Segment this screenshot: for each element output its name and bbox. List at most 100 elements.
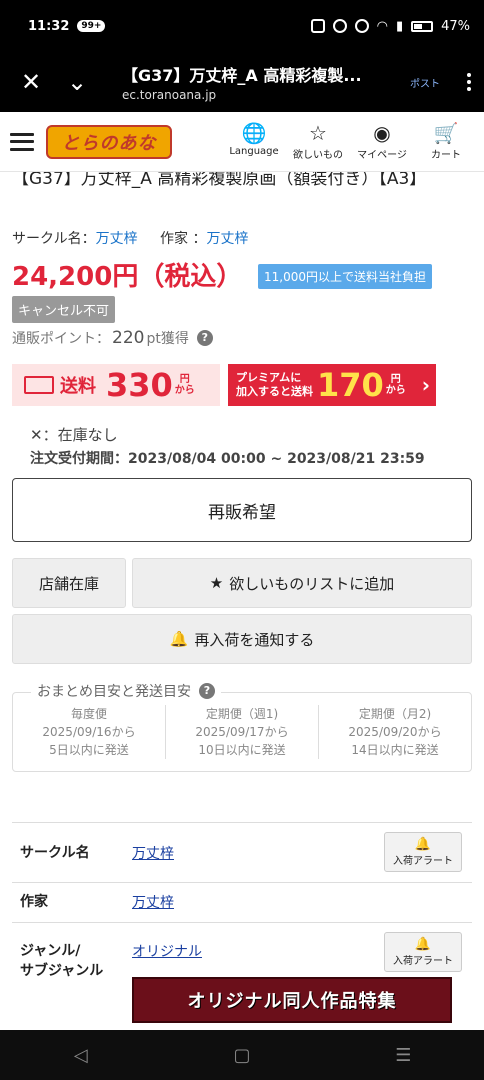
status-icons: ◠ ▮ 47% [310,18,470,34]
delivery-col-each: 毎度便 2025/09/16から 5日以内に発送 [13,705,166,759]
browser-toolbar: ✕ ⌄ 【G37】万丈梓_A 高精彩複製... ec.toranoana.jp … [0,52,484,112]
close-icon[interactable]: ✕ [8,59,54,105]
nav-language-label: Language [229,146,279,157]
order-period: 注文受付期間：2023/08/04 00:00 ~ 2023/08/21 23:… [30,451,425,467]
premium-amount: 170 [317,366,384,404]
alarm-icon [332,19,347,33]
spec-row-circle: サークル名 万丈梓 🔔 入荷アラート [12,822,472,882]
bell-icon: 🔔 [169,630,189,648]
product-price: 24,200円（税込） [12,262,243,292]
chevron-down-icon[interactable]: ⌄ [54,59,100,105]
delivery-heading: おまとめ目安と発送目安 ? [31,681,221,701]
recents-icon[interactable]: ☰ [383,1045,423,1066]
delivery-type: 毎度便 [70,707,107,721]
points-unit: pt獲得 [146,331,189,347]
hamburger-menu-icon[interactable] [10,132,34,151]
points-label: 通販ポイント： [12,331,110,347]
spec-table: サークル名 万丈梓 🔔 入荷アラート 作家 万丈梓 ジャンル/サブジャンル オリ… [12,822,472,1042]
spec-value-link[interactable]: オリジナル [132,941,202,961]
points-info: 通販ポイント： 220 pt獲得 ? [12,328,213,348]
post-button[interactable]: ポスト [410,75,440,90]
tab-url: ec.toranoana.jp [122,88,217,102]
battery-icon [411,20,434,32]
home-icon[interactable]: ▢ [222,1045,262,1066]
help-icon[interactable]: ? [196,330,213,346]
stock-alert-button[interactable]: 🔔 入荷アラート [384,832,462,872]
delivery-col-weekly: 定期便（週1) 2025/09/17から 10日以内に発送 [166,705,319,759]
circle-label: サークル名： [12,231,96,247]
shipping-fee-box: 送料 330 円から [12,364,220,406]
circle-link[interactable]: 万丈梓 [96,231,138,247]
author-link[interactable]: 万丈梓 [207,231,249,247]
delivery-type: 定期便（月2) [358,707,432,721]
header-nav: 🌐 Language ☆ 欲しいもの ◉ マイページ 🛒 カート [226,122,474,161]
spec-key: 作家 [20,894,48,910]
wifi-icon: ◠ [376,18,388,34]
system-nav-bar: ◁ ▢ ☰ [0,1030,484,1080]
wishlist-label: 欲しいものリストに追加 [229,574,395,593]
product-title-clip: 【G37】万丈梓_A 高精彩複製原画（額装付き）【A3】 [12,172,472,220]
restock-notify-button[interactable]: 🔔 再入荷を通知する [12,614,472,664]
status-time: 11:32 [28,18,70,34]
nav-cart-label: カート [431,150,461,161]
delivery-date: 2025/09/17から [195,725,289,739]
nav-language[interactable]: 🌐 Language [226,122,282,161]
site-logo[interactable]: とらのあな [46,124,172,159]
delivery-ship: 10日以内に発送 [198,743,286,757]
nav-wishlist[interactable]: ☆ 欲しいもの [290,122,346,161]
spec-key: ジャンル/サブジャンル [20,941,103,981]
shipping-unit-yen: 円 [179,374,190,385]
nav-mypage[interactable]: ◉ マイページ [354,122,410,161]
site-header: とらのあな 🌐 Language ☆ 欲しいもの ◉ マイページ 🛒 カート [0,112,484,172]
stock-alert-label: 入荷アラート [393,955,453,967]
nav-wishlist-label: 欲しいもの [293,150,343,161]
delivery-date: 2025/09/16から [42,725,136,739]
delivery-type: 定期便（週1) [205,707,279,721]
nfc-icon [310,19,325,33]
resale-request-button[interactable]: 再販希望 [12,478,472,542]
store-stock-button[interactable]: 店舗在庫 [12,558,126,608]
help-icon[interactable]: ? [199,683,215,699]
chevron-right-icon: › [421,373,430,397]
nav-cart[interactable]: 🛒 カート [418,122,474,161]
bell-icon: 🔔 [414,936,432,952]
spec-key-line2: サブジャンル [20,963,104,979]
stock-status: ✕：在庫なし [30,426,118,444]
truck-icon [24,376,54,394]
status-bar: 11:32 99+ ◠ ▮ 47% [0,0,484,52]
premium-unit-yen: 円 [390,374,401,385]
spec-value-link[interactable]: 万丈梓 [132,843,174,863]
delivery-estimate: おまとめ目安と発送目安 ? 毎度便 2025/09/16から 5日以内に発送 定… [12,681,472,772]
nav-mypage-label: マイページ [357,150,407,161]
back-icon[interactable]: ◁ [61,1045,101,1066]
points-value: 220 [112,328,145,348]
original-doujin-banner[interactable]: オリジナル同人作品特集 [132,977,452,1023]
premium-line2: 加入すると送料 [236,385,313,398]
premium-banner[interactable]: プレミアムに 加入すると送料 170 円から › [228,364,436,406]
shipping-unit: 円から [175,374,195,396]
battery-percent: 47% [441,18,470,34]
spec-key: サークル名 [20,845,90,861]
premium-unit: 円から [386,374,406,396]
spec-key-line1: ジャンル/ [20,943,81,959]
page-title-block: 【G37】万丈梓_A 高精彩複製... ec.toranoana.jp [100,62,410,102]
premium-text: プレミアムに 加入すると送料 [236,371,313,399]
add-to-wishlist-button[interactable]: ★ 欲しいものリストに追加 [132,558,472,608]
star-icon: ☆ [309,121,327,145]
spec-value-link[interactable]: 万丈梓 [132,892,174,912]
more-menu-icon[interactable] [454,73,484,91]
delivery-heading-text: おまとめ目安と発送目安 [37,684,191,700]
spec-row-author: 作家 万丈梓 [12,882,472,922]
stock-alert-button[interactable]: 🔔 入荷アラート [384,932,462,972]
product-title: 【G37】万丈梓_A 高精彩複製原画（額装付き）【A3】 [12,172,427,189]
author-label: 作家 ： [160,231,207,247]
premium-unit-from: から [385,385,406,396]
notification-badge: 99+ [77,20,106,32]
premium-line1: プレミアムに [236,371,302,384]
product-meta: サークル名：万丈梓 作家 ：万丈梓 [12,228,249,248]
user-icon: ◉ [373,121,391,145]
stock-alert-label: 入荷アラート [393,855,453,867]
free-shipping-badge: 11,000円以上で送料当社負担 [258,264,432,289]
delivery-columns: 毎度便 2025/09/16から 5日以内に発送 定期便（週1) 2025/09… [13,705,471,759]
shipping-unit-from: から [174,385,195,396]
